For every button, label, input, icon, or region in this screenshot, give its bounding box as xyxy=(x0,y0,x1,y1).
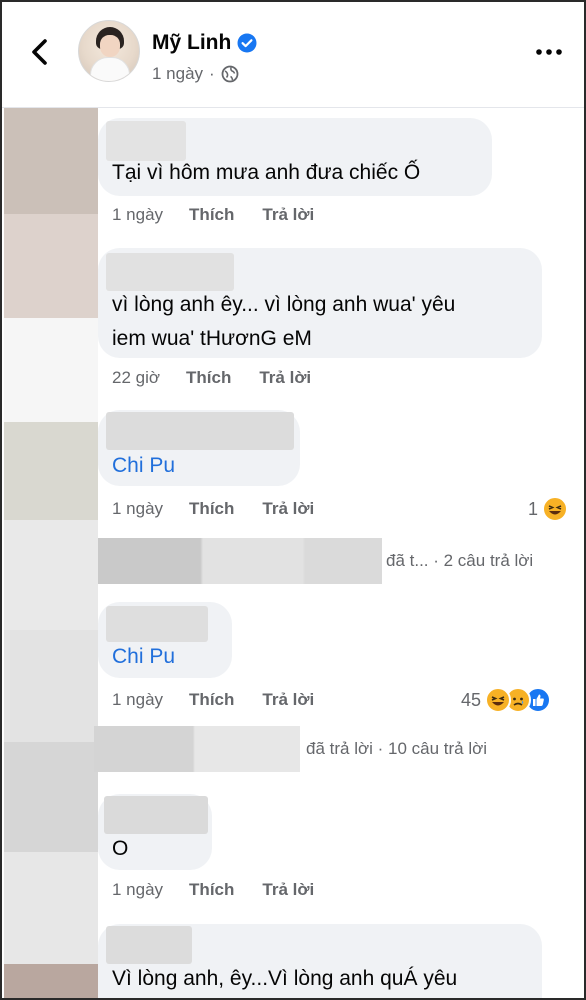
like-button[interactable]: Thích xyxy=(189,690,234,710)
reply-button[interactable]: Trả lời xyxy=(262,205,314,225)
like-button[interactable]: Thích xyxy=(186,368,231,388)
post-header: Mỹ Linh 1 ngày · xyxy=(2,2,584,108)
blurred-commenter-name xyxy=(106,412,294,450)
reaction-count: 45 xyxy=(461,689,482,710)
reply-button[interactable]: Trả lời xyxy=(259,368,311,388)
view-replies-row[interactable]: đã t... · 2 câu trả lời xyxy=(98,538,533,584)
comment-actions: 1 ngày Thích Trả lời xyxy=(112,690,314,710)
blurred-replier-avatars xyxy=(94,726,300,772)
replies-summary[interactable]: đã t... · 2 câu trả lời xyxy=(386,551,533,571)
post-meta: 1 ngày · xyxy=(152,64,239,84)
like-button[interactable]: Thích xyxy=(189,880,234,900)
avatar[interactable] xyxy=(78,20,140,82)
comment-actions: 1 ngày Thích Trả lời xyxy=(112,205,314,225)
reply-button[interactable]: Trả lời xyxy=(262,499,314,519)
page-name-label[interactable]: Mỹ Linh xyxy=(152,31,231,55)
haha-reaction-icon xyxy=(485,687,512,713)
post-time[interactable]: 1 ngày xyxy=(152,64,203,84)
blurred-replier-avatars xyxy=(98,538,382,584)
like-button[interactable]: Thích xyxy=(189,499,234,519)
blurred-avatar-column xyxy=(4,108,98,998)
comment-text: Vì lòng anh, êy...Vì lòng anh quÁ yêu xyxy=(112,967,458,990)
reaction-summary[interactable]: 1 xyxy=(528,496,569,522)
blurred-commenter-name xyxy=(106,606,208,642)
verified-badge-icon xyxy=(237,33,257,53)
page-name[interactable]: Mỹ Linh xyxy=(152,31,257,55)
comment-text: Tại vì hôm mưa anh đưa chiếc Ố xyxy=(112,161,421,184)
comment-actions: 1 ngày Thích Trả lời xyxy=(112,880,314,900)
globe-icon xyxy=(221,65,239,83)
reaction-summary[interactable]: 45 xyxy=(461,687,552,713)
comment-actions: 1 ngày Thích Trả lời xyxy=(112,499,314,519)
blurred-commenter-name xyxy=(104,796,208,834)
comment-time[interactable]: 22 giờ xyxy=(112,368,160,388)
comment-actions: 22 giờ Thích Trả lời xyxy=(112,368,311,388)
blurred-commenter-name xyxy=(106,926,192,964)
comment-time[interactable]: 1 ngày xyxy=(112,880,163,900)
back-button[interactable] xyxy=(22,32,58,72)
more-options-button[interactable] xyxy=(534,40,564,64)
comment-text-line1: vì lòng anh êy... vì lòng anh wua' yêu xyxy=(112,293,456,316)
reaction-count: 1 xyxy=(528,498,539,519)
replies-summary[interactable]: đã trả lời · 10 câu trả lời xyxy=(306,739,487,759)
comment-time[interactable]: 1 ngày xyxy=(112,205,163,225)
phone-screen: Mỹ Linh 1 ngày · Tại vì hôm mưa anh đưa … xyxy=(0,0,586,1000)
comment-time[interactable]: 1 ngày xyxy=(112,499,163,519)
reply-button[interactable]: Trả lời xyxy=(262,880,314,900)
comment-text-line2: iem wua' tHươnG eM xyxy=(112,327,312,350)
chevron-left-icon xyxy=(32,39,47,65)
like-button[interactable]: Thích xyxy=(189,205,234,225)
comment-text: O xyxy=(112,837,129,860)
haha-reaction-icon xyxy=(542,496,569,522)
blurred-commenter-name xyxy=(106,253,234,291)
meta-separator: · xyxy=(209,64,215,83)
reply-button[interactable]: Trả lời xyxy=(262,690,314,710)
comment-time[interactable]: 1 ngày xyxy=(112,690,163,710)
tagged-user-link[interactable]: Chi Pu xyxy=(112,640,175,674)
blurred-commenter-name xyxy=(106,121,186,161)
view-replies-row[interactable]: đã trả lời · 10 câu trả lời xyxy=(94,726,487,772)
tagged-user-link[interactable]: Chi Pu xyxy=(112,449,175,483)
more-horizontal-icon xyxy=(536,49,562,55)
